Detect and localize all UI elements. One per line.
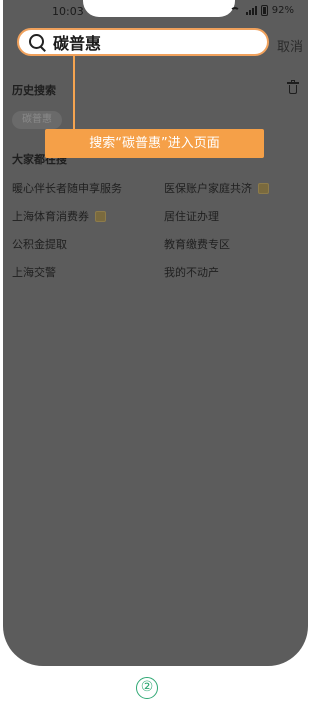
history-title: 历史搜索 [12, 84, 56, 97]
hot-item-label: 公积金提取 [12, 238, 67, 251]
hot-item-label: 教育缴费专区 [164, 238, 230, 251]
hot-item-4[interactable]: 公积金提取 [12, 236, 67, 252]
hot-item-label: 暖心伴长者随申享服务 [12, 182, 122, 195]
battery-level: 92% [271, 5, 294, 16]
hot-item-label: 我的不动产 [164, 266, 219, 279]
instruction-callout: 搜索“碳普惠”进入页面 [45, 129, 264, 158]
wifi-icon [229, 6, 242, 15]
hot-item-label: 上海体育消费券 [12, 210, 89, 223]
hot-item-6[interactable]: 上海交警 [12, 264, 56, 280]
hot-item-7[interactable]: 我的不动产 [164, 264, 219, 280]
step-number-badge: ② [136, 677, 158, 699]
phone-notch [83, 0, 235, 17]
history-chip[interactable]: 碳普惠 [12, 111, 62, 129]
hot-item-0[interactable]: 暖心伴长者随申享服务 [12, 180, 122, 196]
hot-item-label: 居住证办理 [164, 210, 219, 223]
search-input[interactable] [53, 32, 253, 52]
signal-icon [245, 6, 257, 15]
hot-item-label: 上海交警 [12, 266, 56, 279]
status-time: 10:03 [52, 5, 84, 18]
search-icon [27, 32, 47, 52]
search-bar[interactable] [17, 28, 269, 56]
hot-item-5[interactable]: 教育缴费专区 [164, 236, 230, 252]
hot-item-3[interactable]: 居住证办理 [164, 208, 219, 224]
cancel-button[interactable]: 取消 [277, 36, 303, 55]
hot-item-1[interactable]: 医保账户家庭共济 [164, 180, 269, 196]
status-icons: 92% [229, 5, 294, 16]
hot-item-2[interactable]: 上海体育消费券 [12, 208, 106, 224]
phone-screen: 10:03 92% 取消 历史搜索 碳普惠 大家都在搜 暖心伴长者随申享服务 医… [3, 0, 308, 666]
trash-icon[interactable] [287, 80, 299, 94]
battery-icon [260, 5, 268, 16]
hot-item-label: 医保账户家庭共济 [164, 182, 252, 195]
hot-badge-icon [95, 210, 106, 222]
hot-badge-icon [258, 182, 269, 194]
callout-pointer-line [73, 56, 75, 132]
